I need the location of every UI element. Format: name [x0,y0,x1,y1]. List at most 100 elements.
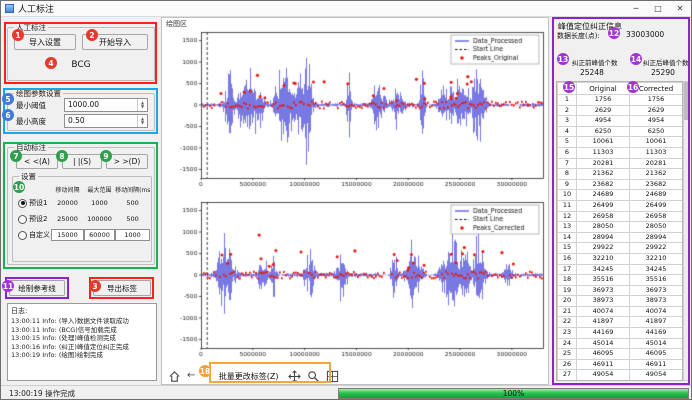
peak-table-cell: 34245 [577,264,630,275]
peak-table-row[interactable]: 226292629 [558,105,683,116]
preset-custom-input[interactable]: 60000 [84,229,115,241]
peak-table-row[interactable]: 173424534245 [558,264,683,275]
draw-refline-button[interactable]: 绘制参考线 [9,280,65,296]
signal-plot-original[interactable] [165,27,547,197]
peak-table-row[interactable]: 183551635516 [558,275,683,286]
minimize-button[interactable]: ─ [625,1,647,16]
preset-label: 预设2 [29,214,47,224]
peak-table-cell: 21362 [630,169,683,180]
peak-table-cell: 24 [558,338,577,349]
peak-table-row[interactable]: 349544954 [558,116,683,127]
batch-edit-labels-button[interactable]: 批量更改标签(Z) [216,370,282,383]
move-left-button[interactable]: < <(A) [16,154,58,169]
peak-table-row[interactable]: 132805028050 [558,222,683,233]
peak-table-cell: 6250 [630,126,683,137]
preset-radio[interactable] [18,215,27,224]
peak-table-row[interactable]: 244501445014 [558,338,683,349]
spinner-arrows-icon[interactable]: ▲▼ [137,99,147,111]
preset-value: 20000 [51,199,84,207]
export-labels-button[interactable]: 导出标签 [93,280,151,296]
subplots-config-icon[interactable] [326,370,339,383]
pan-icon[interactable] [288,370,301,383]
peak-table-row[interactable]: 214007440074 [558,306,683,317]
peak-table-cell: 10061 [630,137,683,148]
peak-table-row[interactable]: 462506250 [558,126,683,137]
peak-table-cell: 24689 [577,190,630,201]
peak-table-row[interactable]: 117561756 [558,95,683,106]
peak-table-row[interactable]: 193697336973 [558,285,683,296]
status-text: 13:00:19 操作完成 [9,388,75,399]
preset-radio[interactable] [18,231,27,240]
signal-plot-corrected[interactable] [165,197,547,367]
peak-table-row[interactable]: 112649926499 [558,200,683,211]
peak-table-row[interactable]: 122695826958 [558,211,683,222]
peak-table-cell: 21362 [577,169,630,180]
preset-custom-input[interactable]: 1000 [115,229,150,241]
peak-table-cell: 17 [558,264,577,275]
peak-table-cell: 49054 [577,370,630,381]
peak-table-row[interactable]: 142899428994 [558,232,683,243]
preset-col-header: 移动间隔 [51,185,84,194]
peak-table-cell: 12 [558,211,577,222]
log-line: 13:00:16 Info: (纠正)峰值定位纠正完成 [11,343,153,352]
log-line: 13:00:19 Info: (绘图)绘制完成 [11,351,153,360]
peak-table[interactable]: OriginalCorrected 1175617562262926293495… [557,82,683,381]
peak-table-cell: 25 [558,349,577,360]
maximize-button[interactable]: □ [647,1,669,16]
peak-table-row[interactable]: 72028120281 [558,158,683,169]
move-right-button[interactable]: > >(D) [106,154,148,169]
start-import-button[interactable]: 开始导入 [82,34,148,50]
peak-table-row[interactable]: 264691146911 [558,359,683,370]
peak-table-row[interactable]: 224189741897 [558,317,683,328]
plot-panel: 绘图区 ← → 批量更改标签(Z) [161,17,549,385]
peak-table-cell: 29922 [630,243,683,254]
peak-table-wrap: OriginalCorrected 1175617562262926293495… [556,81,683,381]
spinner-arrows-icon[interactable]: ▲▼ [137,115,147,127]
log-box[interactable]: 日志: 13:00:11 Info: (导入)数据文件读取成功13:00:11 … [7,303,157,381]
peak-table-cell: 27 [558,370,577,381]
preset-radio[interactable] [18,199,27,208]
preset-custom-input[interactable]: 15000 [51,229,84,241]
progress-bar: 100% [338,388,689,399]
home-icon[interactable] [168,370,181,383]
pause-button[interactable]: | |(S) [62,154,102,169]
peak-table-cell: 3 [558,116,577,127]
min-height-spinbox[interactable]: 0.50 ▲▼ [64,114,148,128]
peak-table-cell: 38973 [630,296,683,307]
zoom-icon[interactable] [307,370,320,383]
auto-annotation-group: 自动标注 < <(A) | |(S) > >(D) 设置 移动间隔最大范围移动间… [7,147,155,265]
scrollbar-thumb[interactable] [684,82,688,120]
log-title: 日志: [11,306,153,316]
log-line: 13:00:11 Info: (导入)数据文件读取成功 [11,317,153,326]
peak-table-row[interactable]: 61130311303 [558,147,683,158]
min-threshold-spinbox[interactable]: 1000.00 ▲▼ [64,98,148,112]
preset-label: 预设1 [29,198,47,208]
peak-table-row[interactable]: 234416944169 [558,328,683,339]
preset-label: 自定义 [29,230,50,240]
peak-table-cell: 5 [558,137,577,148]
preset-row: 预设225000100000500 [16,211,150,227]
import-settings-button[interactable]: 导入设置 [14,34,76,50]
peak-table-row[interactable]: 82136221362 [558,169,683,180]
peak-table-row[interactable]: 152992229922 [558,243,683,254]
preset-value: 500 [115,215,150,223]
peak-table-row[interactable]: 92368223682 [558,179,683,190]
peak-table-header: Original [577,83,630,95]
peak-table-row[interactable]: 254609546095 [558,349,683,360]
peak-table-row[interactable]: 274905449054 [558,370,683,381]
peak-table-cell: 20 [558,296,577,307]
forward-icon[interactable]: → [201,369,209,383]
peak-table-cell: 20281 [577,158,630,169]
peak-table-row[interactable]: 203897338973 [558,296,683,307]
peak-table-cell: 24689 [630,190,683,201]
peak-table-row[interactable]: 102468924689 [558,190,683,201]
peak-table-cell: 16 [558,253,577,264]
back-icon[interactable]: ← [187,369,195,383]
table-scrollbar[interactable] [683,81,689,381]
peak-table-row[interactable]: 51006110061 [558,137,683,148]
peak-table-row[interactable]: 163221032210 [558,253,683,264]
peak-table-cell: 46095 [630,349,683,360]
close-button[interactable]: ✕ [669,1,691,16]
title-bar: 人工标注 ─ □ ✕ [1,1,691,17]
log-line: 13:00:15 Info: (处理)峰值检测完成 [11,334,153,343]
